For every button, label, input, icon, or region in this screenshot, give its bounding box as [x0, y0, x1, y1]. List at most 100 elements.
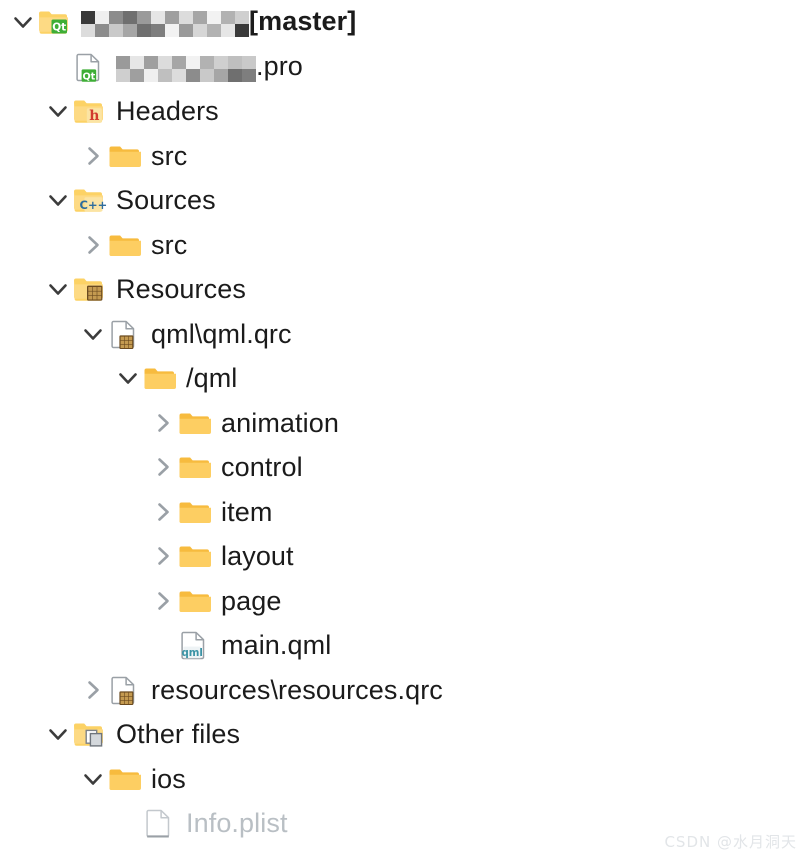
- redacted-project-name: [81, 7, 249, 38]
- tree-row-headers-src[interactable]: src: [0, 134, 807, 179]
- chevron-down-icon[interactable]: [43, 185, 73, 215]
- tree-row-label-text: .pro: [256, 50, 303, 81]
- plain-folder-icon: [178, 496, 212, 528]
- qt-project-folder-icon: Qt: [38, 6, 72, 38]
- tree-row-label: resources\resources.qrc: [151, 674, 443, 705]
- tree-row-project-root[interactable]: Qt [master]: [0, 0, 807, 45]
- chevron-placeholder: [43, 52, 73, 82]
- tree-row-label: src: [151, 140, 188, 171]
- redacted-project-name: [116, 52, 256, 82]
- chevron-down-icon[interactable]: [113, 363, 143, 393]
- plain-folder-icon: [108, 229, 142, 261]
- sources-folder-icon: C++: [73, 184, 107, 216]
- tree-row-qml-prefix[interactable]: /qml: [0, 356, 807, 401]
- chevron-right-icon[interactable]: [148, 408, 178, 438]
- tree-row-animation[interactable]: animation: [0, 401, 807, 446]
- chevron-down-icon[interactable]: [78, 319, 108, 349]
- tree-row-label: ios: [151, 763, 186, 794]
- tree-row-label: Other files: [116, 719, 241, 750]
- tree-row-label: control: [221, 452, 303, 483]
- chevron-right-icon[interactable]: [148, 452, 178, 482]
- plain-folder-icon: [143, 362, 177, 394]
- tree-row-layout[interactable]: layout: [0, 534, 807, 579]
- csdn-watermark: CSDN @水月洞天: [664, 833, 797, 851]
- qrc-file-icon: [108, 318, 142, 350]
- tree-row-label: Sources: [116, 185, 216, 216]
- plain-file-icon: [143, 807, 177, 839]
- tree-row-pro-file[interactable]: Qt .pro: [0, 45, 807, 90]
- chevron-right-icon[interactable]: [78, 141, 108, 171]
- tree-row-control[interactable]: control: [0, 445, 807, 490]
- chevron-down-icon[interactable]: [43, 274, 73, 304]
- plain-folder-icon: [178, 540, 212, 572]
- chevron-right-icon[interactable]: [148, 586, 178, 616]
- chevron-right-icon[interactable]: [148, 541, 178, 571]
- tree-row-other-files[interactable]: Other files: [0, 712, 807, 757]
- svg-text:h: h: [89, 108, 99, 124]
- tree-row-label: [master]: [81, 6, 356, 38]
- tree-row-label: Headers: [116, 96, 219, 127]
- tree-row-label: Info.plist: [186, 808, 288, 839]
- tree-row-page[interactable]: page: [0, 579, 807, 624]
- tree-row-resources[interactable]: Resources: [0, 267, 807, 312]
- tree-row-item[interactable]: item: [0, 490, 807, 535]
- plain-folder-icon: [108, 763, 142, 795]
- chevron-down-icon[interactable]: [78, 764, 108, 794]
- chevron-down-icon[interactable]: [43, 96, 73, 126]
- qt-pro-file-icon: Qt: [73, 51, 107, 83]
- chevron-down-icon[interactable]: [8, 7, 38, 37]
- tree-row-sources[interactable]: C++ Sources: [0, 178, 807, 223]
- tree-row-sources-src[interactable]: src: [0, 223, 807, 268]
- tree-row-qml-qrc[interactable]: qml\qml.qrc: [0, 312, 807, 357]
- tree-row-headers[interactable]: h Headers: [0, 89, 807, 134]
- tree-row-label-text: [master]: [249, 6, 357, 37]
- tree-row-ios[interactable]: ios: [0, 757, 807, 802]
- chevron-down-icon[interactable]: [43, 719, 73, 749]
- plain-folder-icon: [108, 140, 142, 172]
- chevron-placeholder: [148, 630, 178, 660]
- chevron-right-icon[interactable]: [148, 497, 178, 527]
- plain-folder-icon: [178, 451, 212, 483]
- qrc-file-icon: [108, 674, 142, 706]
- tree-row-label: src: [151, 229, 188, 260]
- plain-folder-icon: [178, 585, 212, 617]
- other-files-folder-icon: [73, 718, 107, 750]
- project-tree[interactable]: Qt [master] Qt .pro h Headers src C++ So…: [0, 0, 807, 846]
- chevron-placeholder: [113, 808, 143, 838]
- chevron-right-icon[interactable]: [78, 675, 108, 705]
- tree-row-label: layout: [221, 541, 294, 572]
- tree-row-resources-qrc[interactable]: resources\resources.qrc: [0, 668, 807, 713]
- headers-folder-icon: h: [73, 95, 107, 127]
- tree-row-label: qml\qml.qrc: [151, 318, 292, 349]
- tree-row-label: page: [221, 585, 282, 616]
- svg-text:Qt: Qt: [52, 22, 66, 34]
- tree-row-label: item: [221, 496, 273, 527]
- tree-row-label: animation: [221, 407, 339, 438]
- resources-folder-icon: [73, 273, 107, 305]
- qml-file-icon: qml: [178, 629, 212, 661]
- tree-row-label: .pro: [116, 51, 303, 83]
- plain-folder-icon: [178, 407, 212, 439]
- svg-text:C++: C++: [80, 198, 107, 212]
- tree-row-main-qml[interactable]: qml main.qml: [0, 623, 807, 668]
- chevron-right-icon[interactable]: [78, 230, 108, 260]
- svg-text:qml: qml: [181, 648, 202, 659]
